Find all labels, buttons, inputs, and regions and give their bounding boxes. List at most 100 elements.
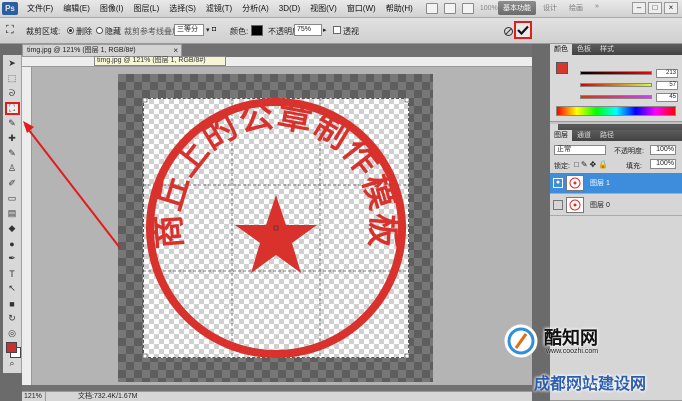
stamp-tool-icon[interactable]: ♙ — [5, 162, 20, 175]
menu-layer[interactable]: 图层(L) — [128, 3, 164, 14]
eye-icon[interactable] — [553, 200, 563, 210]
move-tool-icon[interactable]: ➤ — [5, 57, 20, 70]
tab-color[interactable]: 颜色 — [550, 44, 572, 55]
layer-name[interactable]: 图层 0 — [590, 200, 610, 210]
layer-thumbnail — [566, 175, 584, 191]
tab-paths[interactable]: 路径 — [596, 130, 618, 141]
crop-tool-icon: ⛶ — [6, 24, 14, 36]
chevron-down-icon[interactable]: ▾ — [206, 26, 210, 34]
minimize-icon[interactable]: – — [632, 2, 646, 14]
workspace-design[interactable]: 设计 — [538, 1, 562, 15]
zoom-tool-icon[interactable]: ⌕ — [5, 357, 20, 370]
blue-slider[interactable] — [580, 95, 652, 99]
blue-value[interactable]: 45 — [656, 92, 678, 102]
shape-tool-icon[interactable]: ■ — [5, 297, 20, 310]
layer-opacity-label: 不透明度: — [614, 148, 644, 155]
dodge-tool-icon[interactable]: ● — [5, 237, 20, 250]
close-tab-icon[interactable]: × — [173, 45, 178, 56]
tab-channels[interactable]: 通道 — [573, 130, 595, 141]
menu-edit[interactable]: 编辑(E) — [58, 3, 95, 14]
guide-overlay-select[interactable]: 三等分 — [174, 24, 204, 36]
red-value[interactable]: 213 — [656, 68, 678, 78]
opacity-field[interactable]: 75% — [294, 24, 322, 36]
maximize-icon[interactable]: □ — [648, 2, 662, 14]
foreground-color-swatch[interactable] — [6, 342, 17, 353]
shield-icon[interactable]: ◘ — [212, 26, 216, 33]
eye-icon[interactable]: ● — [553, 178, 563, 188]
eyedropper-tool-icon[interactable]: ✎ — [5, 117, 20, 130]
tab-layers[interactable]: 图层 — [550, 130, 572, 141]
perspective-checkbox[interactable] — [333, 26, 341, 34]
close-icon[interactable]: × — [664, 2, 678, 14]
lasso-tool-icon[interactable]: ᘐ — [5, 87, 20, 100]
tools-panel: ➤ ⬚ ᘐ ⛶ ✎ ✚ ✎ ♙ ✐ ▭ ▤ ◆ ● ✒ T ↖ ■ ↻ ◎ ✋ … — [3, 55, 22, 373]
brush-tool-icon[interactable]: ✎ — [5, 147, 20, 160]
document-tooltip: timg.jpg @ 121% (图层 1, RGB/8#) — [94, 56, 226, 66]
view-extras-icon[interactable] — [461, 3, 474, 14]
blur-tool-icon[interactable]: ◆ — [5, 222, 20, 235]
layer-name[interactable]: 图层 1 — [590, 178, 610, 188]
pen-tool-icon[interactable]: ✒ — [5, 252, 20, 265]
type-tool-icon[interactable]: T — [5, 267, 20, 280]
fg-color-swatch[interactable] — [556, 62, 568, 74]
red-slider-row[interactable]: 213 — [580, 68, 678, 78]
footer-watermark-text: 成都网站建设网 — [534, 374, 647, 393]
blue-slider-row[interactable]: 45 — [580, 92, 678, 102]
history-brush-tool-icon[interactable]: ✐ — [5, 177, 20, 190]
status-zoom[interactable]: 121% — [22, 392, 46, 401]
menu-window[interactable]: 窗口(W) — [342, 3, 381, 14]
workspace-more[interactable]: » — [590, 1, 604, 15]
zoom-level[interactable]: 100% — [480, 5, 498, 12]
color-panel: 颜色 色板 样式 213 57 45 — [550, 44, 682, 122]
seal-image: 商丘上的公章制作模板 — [143, 98, 409, 358]
ruler-vertical[interactable] — [22, 67, 32, 385]
crop-tool-button[interactable]: ⛶ — [4, 102, 20, 115]
3d-rotate-tool-icon[interactable]: ↻ — [5, 312, 20, 325]
lock-icons[interactable]: □✎✥🔒 — [574, 160, 610, 169]
gradient-tool-icon[interactable]: ▤ — [5, 207, 20, 220]
options-bar: ⛶ 裁剪区域: 删除 隐藏 裁剪参考线叠加: 三等分 ▾ ◘ 颜色: 不透明度:… — [0, 18, 682, 44]
shield-color-swatch[interactable] — [251, 25, 263, 36]
bridge-icon[interactable] — [425, 3, 438, 14]
red-slider[interactable] — [580, 71, 652, 75]
tab-styles[interactable]: 样式 — [596, 44, 618, 55]
menu-3d[interactable]: 3D(D) — [274, 4, 305, 13]
menu-file[interactable]: 文件(F) — [22, 3, 58, 14]
eraser-tool-icon[interactable]: ▭ — [5, 192, 20, 205]
color-spectrum[interactable] — [556, 106, 676, 116]
commit-button[interactable] — [514, 21, 532, 39]
layer-thumbnail — [566, 197, 584, 213]
crop-handle[interactable] — [143, 353, 148, 358]
checkmark-icon — [517, 25, 529, 35]
layer-row[interactable]: ● 图层 1 — [550, 173, 682, 194]
mini-bridge-icon[interactable] — [443, 3, 456, 14]
layer-row[interactable]: 图层 0 — [550, 195, 682, 216]
menu-analysis[interactable]: 分析(A) — [237, 3, 274, 14]
menu-help[interactable]: 帮助(H) — [381, 3, 418, 14]
green-slider[interactable] — [580, 83, 652, 87]
menu-select[interactable]: 选择(S) — [164, 3, 201, 14]
healing-tool-icon[interactable]: ✚ — [5, 132, 20, 145]
tab-swatches[interactable]: 色板 — [573, 44, 595, 55]
crop-handle[interactable] — [404, 353, 409, 358]
layer-opacity-field[interactable]: 100% — [650, 145, 676, 155]
path-select-tool-icon[interactable]: ↖ — [5, 282, 20, 295]
green-value[interactable]: 57 — [656, 80, 678, 90]
3d-orbit-tool-icon[interactable]: ◎ — [5, 327, 20, 340]
menu-view[interactable]: 视图(V) — [305, 3, 342, 14]
crop-handle[interactable] — [143, 98, 148, 103]
document-tab-title: timg.jpg @ 121% (图层 1, RGB/8#) — [27, 47, 136, 54]
green-slider-row[interactable]: 57 — [580, 80, 678, 90]
hide-radio[interactable] — [96, 27, 103, 34]
blend-mode-select[interactable]: 正常 — [554, 145, 606, 155]
opacity-arrow-icon[interactable]: ▸ — [323, 26, 327, 34]
menu-image[interactable]: 图像(I) — [95, 3, 129, 14]
marquee-tool-icon[interactable]: ⬚ — [5, 72, 20, 85]
workspace-essentials[interactable]: 基本功能 — [498, 1, 536, 15]
fill-field[interactable]: 100% — [650, 159, 676, 169]
menu-filter[interactable]: 滤镜(T) — [201, 3, 237, 14]
cancel-icon[interactable] — [504, 27, 513, 36]
crop-handle[interactable] — [404, 98, 409, 103]
workspace-painting[interactable]: 绘画 — [564, 1, 588, 15]
delete-radio[interactable] — [67, 27, 74, 34]
